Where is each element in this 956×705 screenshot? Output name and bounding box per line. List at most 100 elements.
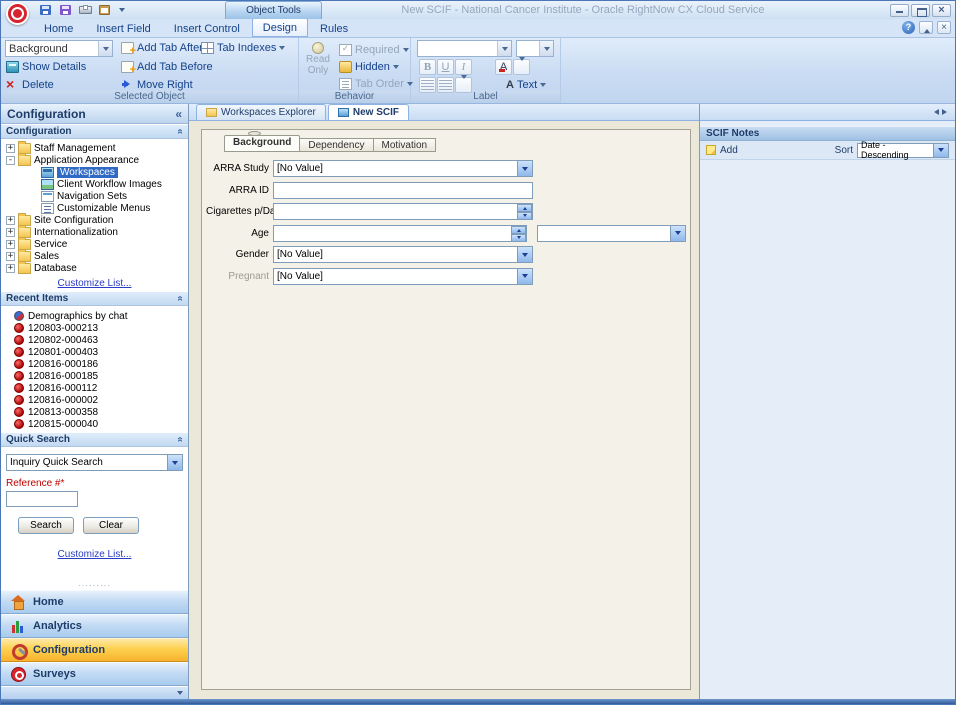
tree-item[interactable]: Workspaces (1, 166, 188, 178)
expand-toggle-icon[interactable]: - (6, 156, 15, 165)
document-tab[interactable]: New SCIF (328, 104, 409, 120)
field-extra-dropdown[interactable] (537, 225, 686, 242)
expand-toggle-icon[interactable]: + (6, 240, 15, 249)
tab-order-button[interactable]: Tab Order (339, 76, 413, 92)
add-note-button[interactable]: Add (706, 145, 738, 156)
save-close-button[interactable] (57, 3, 74, 17)
nav-item[interactable]: Home (1, 590, 188, 614)
recent-item[interactable]: 120803-000213 (1, 322, 188, 334)
chevron-down-icon[interactable] (517, 161, 532, 176)
recent-item[interactable]: 120816-000112 (1, 382, 188, 394)
background-combo[interactable]: Background (5, 40, 113, 57)
spinner-up-button[interactable] (511, 226, 526, 234)
expand-toggle-icon[interactable] (29, 204, 38, 213)
customize-list-link[interactable]: Customize List... (58, 549, 132, 560)
ribbon-tab[interactable]: Design (252, 18, 308, 37)
expand-toggle-icon[interactable] (29, 168, 38, 177)
tree-item[interactable]: Navigation Sets (1, 190, 188, 202)
ribbon-tab[interactable]: Home (33, 19, 84, 37)
workspace-tab[interactable]: Background (224, 135, 300, 152)
expand-toggle-icon[interactable]: + (6, 144, 15, 153)
recent-item[interactable]: 120816-000186 (1, 358, 188, 370)
section-header-quick-search[interactable]: Quick Search (1, 432, 188, 447)
workspace-tab[interactable]: Motivation (374, 138, 437, 152)
delete-button[interactable]: Delete (6, 77, 54, 93)
field-dropdown[interactable]: [No Value] (273, 268, 533, 285)
field-dropdown[interactable]: [No Value] (273, 160, 533, 177)
chevron-down-icon[interactable] (177, 691, 183, 698)
scroll-left-icon[interactable] (931, 109, 939, 115)
add-tab-before-button[interactable]: Add Tab Before (121, 59, 213, 75)
recent-item[interactable]: 120815-000040 (1, 418, 188, 430)
expand-toggle-icon[interactable]: + (6, 264, 15, 273)
nav-item[interactable]: Surveys (1, 662, 188, 686)
font-color-menu-button[interactable] (513, 59, 530, 75)
quick-search-type-combo[interactable]: Inquiry Quick Search (6, 454, 183, 471)
nav-item[interactable]: Analytics (1, 614, 188, 638)
field-spinner-input[interactable] (273, 225, 527, 242)
ribbon-tab[interactable]: Insert Field (85, 19, 161, 37)
section-header-configuration[interactable]: Configuration (1, 124, 188, 139)
text-button[interactable]: A Text (506, 77, 546, 93)
collapse-ribbon-icon[interactable] (919, 21, 933, 34)
chevron-down-icon[interactable] (497, 41, 511, 56)
show-details-button[interactable]: Show Details (6, 59, 86, 75)
ribbon-tab[interactable]: Insert Control (163, 19, 251, 37)
tree-item[interactable]: Client Workflow Images (1, 178, 188, 190)
tree-item[interactable]: - Application Appearance (1, 154, 188, 166)
tab-indexes-button[interactable]: Tab Indexes (201, 40, 285, 56)
align-menu-button[interactable] (455, 77, 472, 93)
chevron-down-icon[interactable] (167, 455, 182, 470)
font-family-combo[interactable] (417, 40, 512, 57)
expand-toggle-icon[interactable]: + (6, 228, 15, 237)
quick-access-menu-button[interactable] (117, 5, 126, 15)
chevron-down-icon[interactable] (933, 144, 948, 157)
move-right-button[interactable]: Move Right (121, 77, 193, 93)
expand-toggle-icon[interactable]: + (6, 252, 15, 261)
nav-item[interactable]: Configuration (1, 638, 188, 662)
font-size-combo[interactable] (516, 40, 554, 57)
tree-item[interactable]: + Staff Management (1, 142, 188, 154)
tree-item[interactable]: + Sales (1, 250, 188, 262)
chevron-down-icon[interactable] (98, 41, 112, 56)
expand-toggle-icon[interactable] (29, 180, 38, 189)
recent-item[interactable]: 120802-000463 (1, 334, 188, 346)
expand-toggle-icon[interactable]: + (6, 216, 15, 225)
hidden-button[interactable]: Hidden (339, 59, 399, 75)
spinner-down-button[interactable] (517, 212, 532, 220)
align-left-button[interactable] (419, 77, 436, 93)
notes-list-area[interactable] (700, 160, 955, 699)
recent-item[interactable]: Demographics by chat (1, 310, 188, 322)
section-header-recent-items[interactable]: Recent Items (1, 291, 188, 306)
read-only-button[interactable]: Read Only (302, 39, 334, 89)
sidebar-splitter-handle[interactable] (1, 581, 188, 590)
recent-item[interactable]: 120801-000403 (1, 346, 188, 358)
align-center-button[interactable] (437, 77, 454, 93)
reference-number-input[interactable] (6, 491, 78, 507)
maximize-button[interactable] (911, 4, 930, 17)
oracle-logo-icon[interactable] (6, 2, 29, 25)
close-document-icon[interactable] (937, 21, 951, 34)
collapse-panel-icon[interactable] (175, 107, 182, 121)
spinner-down-button[interactable] (511, 234, 526, 242)
underline-button[interactable]: U (437, 59, 454, 75)
recent-item[interactable]: 120813-000358 (1, 406, 188, 418)
italic-button[interactable]: I (455, 59, 472, 75)
tree-item[interactable]: Customizable Menus (1, 202, 188, 214)
help-icon[interactable] (902, 21, 915, 34)
document-tab[interactable]: Workspaces Explorer (196, 104, 326, 120)
close-button[interactable] (932, 4, 951, 17)
add-tab-after-button[interactable]: Add Tab After (121, 40, 203, 56)
recent-item[interactable]: 120816-000185 (1, 370, 188, 382)
clear-button[interactable]: Clear (83, 517, 139, 534)
field-dropdown[interactable]: [No Value] (273, 246, 533, 263)
minimize-button[interactable] (890, 4, 909, 17)
chevron-down-icon[interactable] (517, 269, 532, 284)
recent-item[interactable]: 120816-000002 (1, 394, 188, 406)
sort-combo[interactable]: Date - Descending (857, 143, 949, 158)
chevron-down-icon[interactable] (539, 41, 553, 56)
tree-item[interactable]: + Service (1, 238, 188, 250)
customize-list-link[interactable]: Customize List... (58, 278, 132, 289)
tree-item[interactable]: + Site Configuration (1, 214, 188, 226)
scroll-right-icon[interactable] (942, 109, 950, 115)
